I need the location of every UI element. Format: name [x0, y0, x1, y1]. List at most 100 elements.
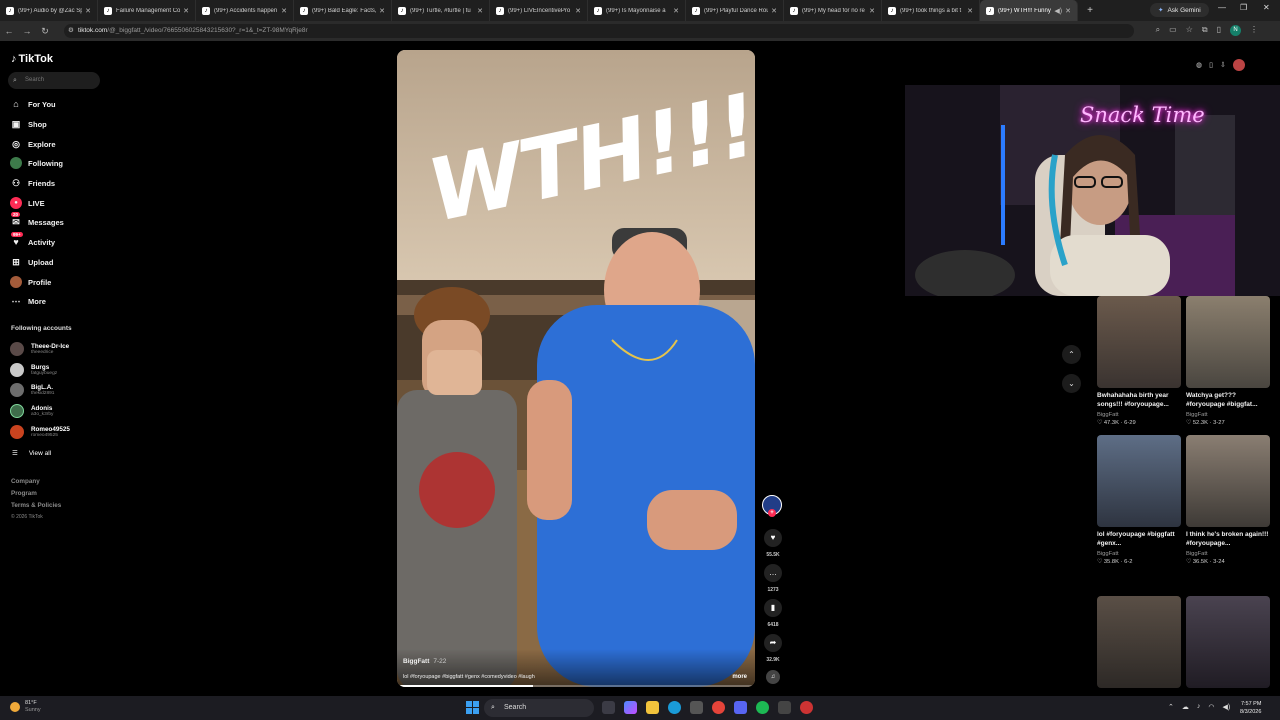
menu-kebab-icon[interactable]: ⋮ [1250, 25, 1258, 36]
new-tab-button[interactable]: + [1082, 5, 1098, 16]
browser-tab[interactable]: ♪ (99+) Accidents happen ✕ [196, 0, 294, 21]
footer-terms-link[interactable]: Terms & Policies [11, 502, 61, 509]
tab-close-icon[interactable]: ✕ [183, 7, 189, 15]
browser-tab[interactable]: ♪ (99+) My head for no re ✕ [784, 0, 882, 21]
tab-close-icon[interactable]: ✕ [85, 7, 91, 15]
file-explorer-icon[interactable] [646, 701, 659, 714]
close-window-icon[interactable]: ✕ [1263, 3, 1270, 12]
related-video-card[interactable] [1186, 596, 1271, 688]
tab-close-icon[interactable]: ✕ [575, 7, 581, 15]
zoom-icon[interactable]: ⌕ [1156, 25, 1160, 36]
nav-profile[interactable]: Profile [10, 275, 51, 289]
spotify-icon[interactable] [756, 701, 769, 714]
footer-program-link[interactable]: Program [11, 490, 37, 497]
following-account[interactable]: Adonis a3o_k3rby [10, 404, 53, 418]
nav-messages[interactable]: ✉ 20 Messages [10, 212, 64, 229]
cast-icon[interactable]: ▭ [1169, 25, 1177, 36]
speaker-icon[interactable]: ◀) [1054, 7, 1062, 15]
previous-video-button[interactable]: ⌃ [1062, 345, 1081, 364]
edge-icon[interactable] [668, 701, 681, 714]
taskbar-search[interactable]: ⌕ Search [484, 699, 594, 717]
tab-close-icon[interactable]: ✕ [869, 7, 875, 15]
nav-explore[interactable]: ◎ Explore [10, 137, 55, 151]
tab-close-icon[interactable]: ✕ [379, 7, 385, 15]
footer-company-link[interactable]: Company [11, 478, 40, 485]
browser-tab-active[interactable]: ♪ (99+) WTH!!! Funny ◀) ✕ [980, 0, 1078, 21]
follow-plus-icon[interactable]: + [768, 509, 776, 517]
forward-icon[interactable]: → [18, 26, 36, 36]
following-account[interactable]: BigL.A. thekid2891 [10, 383, 54, 397]
related-video-card[interactable]: Bwhahahaha birth year songs!!! #foryoupa… [1097, 296, 1182, 426]
video-progress-bar[interactable] [397, 685, 755, 687]
nav-shop[interactable]: ▣ Shop [10, 117, 47, 131]
site-info-icon[interactable]: ⚙ [68, 24, 74, 38]
windows-start-icon[interactable] [466, 701, 479, 714]
following-account[interactable]: Burgs fatguybuegz [10, 363, 57, 377]
app-icon[interactable] [778, 701, 791, 714]
music-disc[interactable]: ♫ [763, 670, 783, 684]
creator-avatar[interactable]: + [762, 495, 782, 517]
save-action[interactable]: ▮ 6418 [763, 599, 783, 628]
sidebar-panel-icon[interactable]: ▯ [1217, 25, 1221, 36]
bookmark-star-icon[interactable]: ☆ [1186, 25, 1193, 36]
ask-gemini-button[interactable]: ✦ Ask Gemini [1150, 3, 1209, 17]
maximize-icon[interactable]: ❐ [1240, 3, 1247, 12]
browser-tab[interactable]: ♪ (99+) Bald Eagle: Facts, ✕ [294, 0, 392, 21]
related-video-card[interactable] [1097, 596, 1182, 688]
tab-close-icon[interactable]: ✕ [673, 7, 679, 15]
mic-icon[interactable]: ♪ [1197, 703, 1201, 711]
tab-close-icon[interactable]: ✕ [281, 7, 287, 15]
tab-close-icon[interactable]: ✕ [771, 7, 777, 15]
music-disc-icon[interactable]: ♫ [766, 670, 780, 684]
next-video-button[interactable]: ⌄ [1062, 374, 1081, 393]
browser-tab[interactable]: ♪ (99+) LIVEIncentivePro ✕ [490, 0, 588, 21]
nav-more[interactable]: ⋯ More [10, 294, 46, 308]
related-video-card[interactable]: lol #foryoupage #biggfatt #genx... BiggF… [1097, 435, 1182, 565]
extensions-icon[interactable]: ⧉ [1202, 25, 1208, 36]
following-account[interactable]: Theee-Dr-Ice theeedrice [10, 342, 69, 356]
nav-live[interactable]: ● LIVE [10, 196, 45, 210]
wifi-icon[interactable]: ◠ [1208, 703, 1214, 711]
browser-tab[interactable]: ♪ (99+) Is Mayonnaise a ✕ [588, 0, 686, 21]
more-button[interactable]: more [732, 674, 747, 680]
comment-action[interactable]: … 1273 [763, 564, 783, 593]
browser-tab[interactable]: ♪ (99+) took things a bit t ✕ [882, 0, 980, 21]
browser-tab[interactable]: ♪ (99+) Audio by @Zac Sp ✕ [0, 0, 98, 21]
copilot-icon[interactable] [624, 701, 637, 714]
volume-icon[interactable]: ◀) [1222, 703, 1230, 711]
inbox-icon[interactable]: ▯ [1209, 61, 1213, 69]
coin-icon[interactable]: ◍ [1196, 61, 1202, 69]
tab-close-icon[interactable]: ✕ [1065, 7, 1071, 15]
account-avatar[interactable] [1232, 59, 1245, 71]
bookmark-icon[interactable]: ▮ [764, 599, 782, 617]
reload-icon[interactable]: ↻ [36, 26, 54, 37]
chrome-icon[interactable] [712, 701, 725, 714]
following-account[interactable]: Romeo49525 romeo49525 [10, 425, 70, 439]
related-video-card[interactable]: I think he's broken again!!! #foryoupage… [1186, 435, 1271, 565]
download-icon[interactable]: ⇩ [1220, 61, 1226, 69]
view-all-link[interactable]: ☰ View all [12, 449, 51, 458]
back-icon[interactable]: ← [0, 26, 18, 36]
heart-icon[interactable]: ♥ [764, 529, 782, 547]
video-player[interactable]: WTH!!! BiggFatt 7-22 lol #foryoupage #big… [397, 50, 755, 687]
search-input[interactable]: ⌕ Search [8, 72, 100, 89]
nav-activity[interactable]: ♥ 99+ Activity [10, 232, 55, 249]
profile-avatar[interactable]: N [1230, 25, 1241, 36]
tab-close-icon[interactable]: ✕ [967, 7, 973, 15]
browser-tab[interactable]: ♪ (99+) Playful Dance Rou ✕ [686, 0, 784, 21]
weather-widget[interactable]: 81°F Sunny [10, 700, 41, 714]
url-field[interactable]: ⚙ tiktok.com/@_biggfatt_/video/766550602… [64, 24, 1134, 38]
video-author[interactable]: BiggFatt 7-22 [403, 658, 446, 665]
share-action[interactable]: ➦ 32.9K [763, 634, 783, 663]
browser-tab[interactable]: ♪ (99+) Turtle, #turtle | tu ✕ [392, 0, 490, 21]
like-action[interactable]: ♥ 55.5K [763, 529, 783, 558]
onedrive-icon[interactable]: ☁ [1182, 703, 1189, 711]
obs-icon[interactable] [800, 701, 813, 714]
nav-for-you[interactable]: ⌂ For You [10, 97, 55, 111]
tab-close-icon[interactable]: ✕ [477, 7, 483, 15]
nav-upload[interactable]: ⊞ Upload [10, 255, 53, 269]
discord-icon[interactable] [734, 701, 747, 714]
chevron-up-icon[interactable]: ⌃ [1168, 703, 1174, 711]
nav-following[interactable]: Following [10, 156, 63, 170]
nav-friends[interactable]: ⚇ Friends [10, 176, 55, 190]
